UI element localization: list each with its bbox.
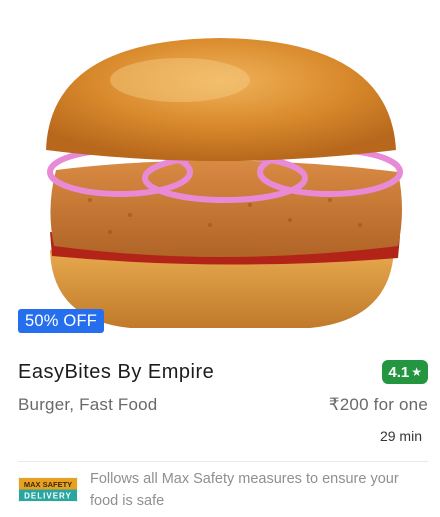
divider — [18, 461, 428, 462]
details-row: Burger, Fast Food ₹200 for one — [18, 394, 428, 416]
delivery-time: 29 min — [379, 428, 422, 444]
price-for-one: ₹200 for one — [328, 395, 428, 414]
restaurant-image[interactable] — [10, 0, 430, 346]
restaurant-name[interactable]: EasyBites By Empire — [18, 361, 214, 384]
cuisine-list: Burger, Fast Food — [18, 395, 158, 414]
offer-badge: 50% OFF — [18, 309, 105, 333]
rating-value: 4.1 — [388, 363, 410, 381]
title-row: EasyBites By Empire 4.1 ★ — [18, 358, 428, 386]
restaurant-card[interactable]: 50% OFF EasyBites By Empire 4.1 ★ Burger… — [0, 0, 440, 517]
safety-logo-line2: DELIVERY — [24, 492, 72, 501]
burger-image — [10, 0, 430, 346]
star-icon: ★ — [411, 365, 422, 379]
max-safety-logo: MAX SAFETY DELIVERY — [18, 477, 78, 502]
safety-logo-line1: MAX SAFETY — [24, 480, 72, 489]
rating-badge: 4.1 ★ — [382, 360, 428, 384]
safety-message: Follows all Max Safety measures to ensur… — [90, 471, 399, 509]
